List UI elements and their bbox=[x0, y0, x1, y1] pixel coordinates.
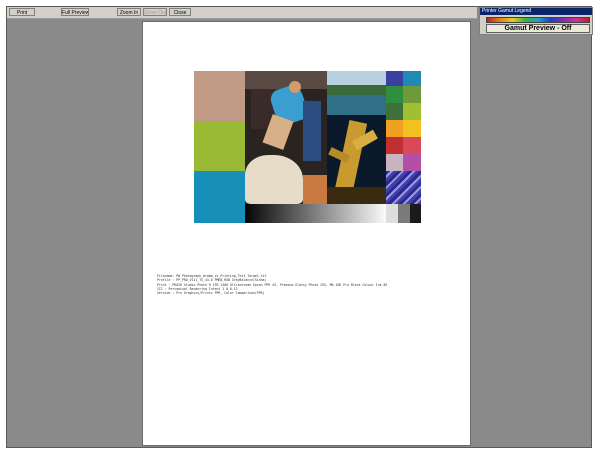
gray-step-3 bbox=[410, 204, 421, 223]
swatch-right-4-0 bbox=[386, 137, 403, 154]
print-button[interactable]: Print bbox=[9, 8, 35, 16]
print-preview-window: Print Full Preview Zoom In Zoom Out Clos… bbox=[6, 6, 593, 448]
swatch-right-2-0 bbox=[386, 103, 403, 120]
test-target-image bbox=[194, 71, 421, 223]
gray-step-2 bbox=[398, 204, 410, 223]
printer-gamut-legend-window: Printer Gamut Legend Gamut Preview - Off bbox=[479, 7, 593, 35]
swatch-green bbox=[194, 121, 245, 171]
swatch-right-3-1 bbox=[403, 120, 421, 137]
swatch-right-2-1 bbox=[403, 103, 421, 120]
gray-step-1 bbox=[386, 204, 398, 223]
swatch-right-3-0 bbox=[386, 120, 403, 137]
swatch-right-4-1 bbox=[403, 137, 421, 154]
swatch-right-1-1 bbox=[403, 86, 421, 103]
swatch-right-1-0 bbox=[386, 86, 403, 103]
toolbar: Print Full Preview Zoom In Zoom Out Clos… bbox=[7, 7, 477, 19]
swatch-right-5-1 bbox=[403, 154, 421, 171]
swatch-right-0-0 bbox=[386, 71, 403, 86]
close-button[interactable]: Close bbox=[169, 8, 191, 16]
full-preview-button[interactable]: Full Preview bbox=[61, 8, 89, 16]
swatch-skin bbox=[194, 71, 245, 121]
print-metadata: Filename: PW_Photograph_brama_vs_Printin… bbox=[157, 274, 457, 295]
lake-photo bbox=[327, 71, 386, 115]
gamut-color-strip bbox=[486, 17, 590, 23]
gamut-preview-status[interactable]: Gamut Preview - Off bbox=[486, 24, 590, 33]
swatch-right-0-1 bbox=[403, 71, 421, 86]
metadata-line: Version : Pro Graphics/Prints PPR, Color… bbox=[157, 291, 265, 296]
swatch-cyan bbox=[194, 171, 245, 223]
zoom-out-button[interactable]: Zoom Out bbox=[143, 8, 167, 16]
page-preview: Filename: PW_Photograph_brama_vs_Printin… bbox=[142, 21, 471, 446]
swatch-right-5-0 bbox=[386, 154, 403, 171]
tree-photo bbox=[327, 115, 386, 204]
gray-ramp bbox=[245, 204, 386, 223]
zoom-in-button[interactable]: Zoom In bbox=[117, 8, 141, 16]
sheep-shearing-photo bbox=[245, 71, 327, 204]
legend-title: Printer Gamut Legend bbox=[480, 8, 592, 15]
swirl-pattern bbox=[386, 171, 421, 204]
